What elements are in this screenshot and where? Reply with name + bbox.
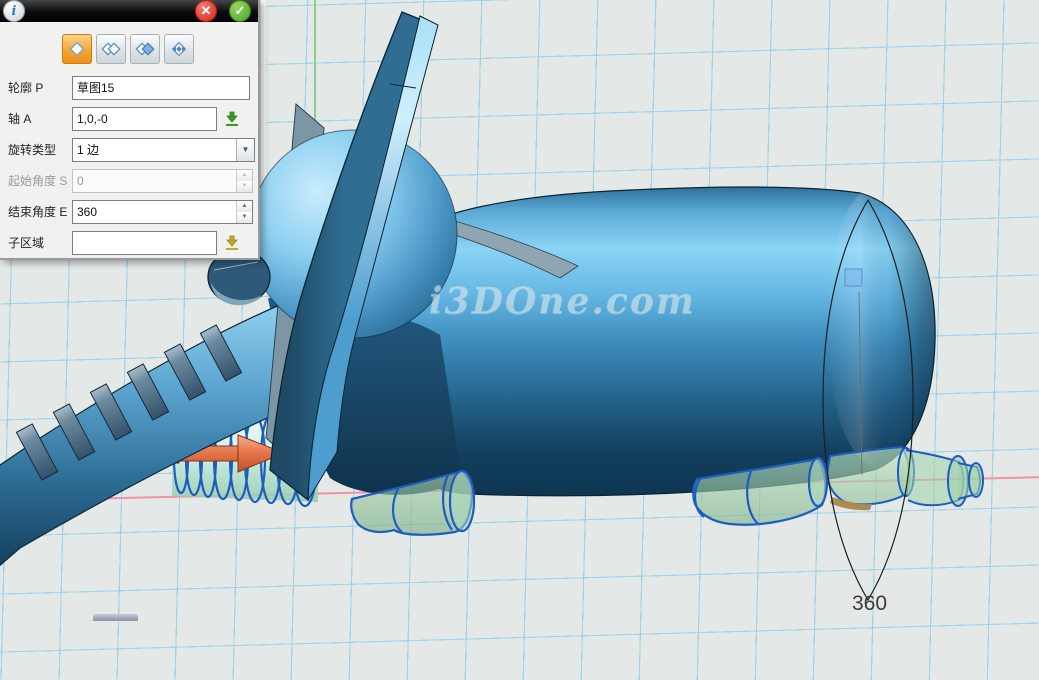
green-pick-arrow-icon [224,111,240,127]
spinner-down-icon: ▼ [237,181,252,192]
revolve-dialog: i ✕ ✓ [0,0,260,260]
dropdown-arrow-icon[interactable]: ▼ [236,139,254,161]
mode-remove-button[interactable] [130,34,160,64]
end-angle-label: 结束角度 E [8,203,72,220]
mode-add-button[interactable] [96,34,126,64]
yellow-pick-arrow-icon [224,235,240,251]
angle-value-label: 360 [852,592,887,616]
dialog-titlebar[interactable]: i ✕ ✓ [0,0,258,22]
mode-intersect-button[interactable] [164,34,194,64]
boolean-mode-toolbar [62,34,194,64]
info-icon[interactable]: i [3,0,25,22]
profile-label: 轮廓 P [8,79,72,96]
axis-pick-button[interactable] [221,109,243,129]
axis-label: 轴 A [8,110,72,127]
start-angle-label: 起始角度 S [8,172,72,189]
intersect-mode-icon [168,38,190,60]
profile-row: 轮廓 P [8,76,250,99]
add-mode-icon [100,38,122,60]
axis-row: 轴 A [8,107,250,130]
revolve-type-value[interactable] [73,141,236,159]
subregion-pick-button[interactable] [221,233,243,253]
axis-input[interactable] [73,110,216,128]
subregion-row: 子区域 [8,231,250,254]
start-angle-input [73,172,236,190]
close-button[interactable]: ✕ [195,0,217,22]
ok-button[interactable]: ✓ [229,0,251,22]
remove-mode-icon [134,38,156,60]
base-mode-icon [66,38,88,60]
subregion-input[interactable] [73,234,216,252]
start-angle-spinner: ▲ ▼ [236,170,252,192]
revolve-preview-rear-leg-b[interactable] [827,447,983,510]
end-angle-input[interactable] [73,203,236,221]
angle-drag-handle[interactable] [845,269,862,286]
revolve-type-row: 旋转类型 ▼ [8,138,250,161]
spinner-up-icon: ▲ [237,170,252,181]
end-angle-row: 结束角度 E ▲ ▼ [8,200,250,223]
spinner-up-icon: ▲ [237,201,252,212]
subregion-label: 子区域 [8,234,72,251]
profile-input[interactable] [73,79,249,97]
revolve-type-select[interactable]: ▼ [72,138,255,162]
start-angle-row: 起始角度 S ▲ ▼ [8,169,250,192]
revolve-type-label: 旋转类型 [8,141,72,158]
mode-base-button[interactable] [62,34,92,64]
spinner-down-icon: ▼ [237,212,252,223]
end-angle-spinner[interactable]: ▲ ▼ [236,201,252,223]
